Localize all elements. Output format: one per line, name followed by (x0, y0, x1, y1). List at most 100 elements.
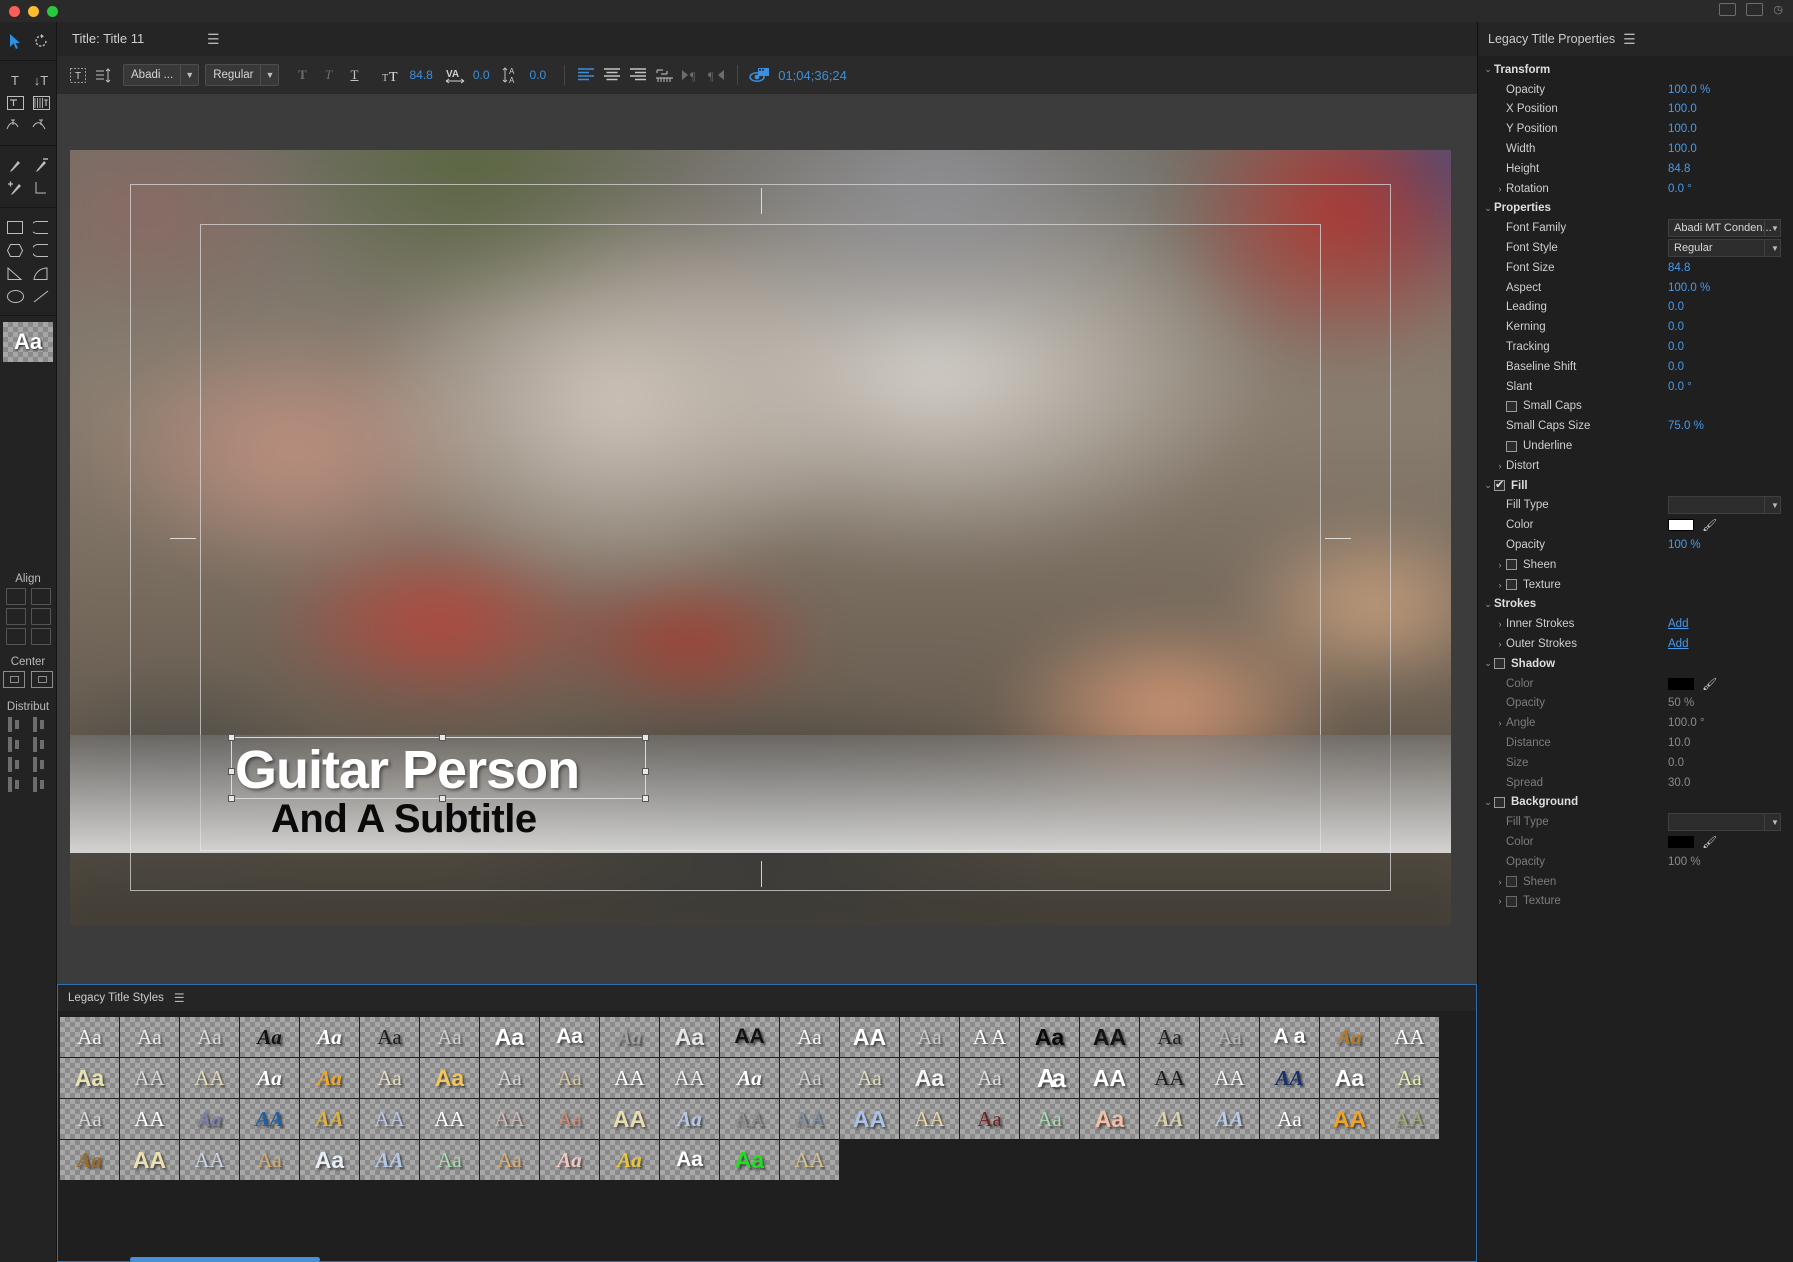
title-text-block[interactable]: Guitar Person And A Subtitle (70, 734, 1451, 853)
sheen-checkbox[interactable] (1506, 559, 1517, 571)
property-value[interactable]: 0.0 (1668, 301, 1684, 313)
disclosure-triangle-icon[interactable]: ⌄ (1482, 658, 1494, 669)
style-swatch[interactable]: AA (120, 1099, 179, 1139)
style-swatch[interactable]: Aa (180, 1099, 239, 1139)
style-swatch[interactable]: AA (720, 1099, 779, 1139)
disclosure-triangle-icon[interactable]: ⌄ (1482, 64, 1494, 75)
bold-icon[interactable]: T (289, 63, 315, 87)
property-row-size[interactable]: Size 0.0 (1478, 753, 1793, 773)
property-row-font-family[interactable]: Font Family Abadi MT Conden... ▼ (1478, 218, 1793, 238)
property-value[interactable]: 0.0 (1668, 757, 1684, 769)
property-value[interactable]: 30.0 (1668, 777, 1690, 789)
style-swatch[interactable]: AA (660, 1058, 719, 1098)
close-window-button[interactable] (9, 6, 20, 17)
style-swatch[interactable]: AA (1320, 1099, 1379, 1139)
property-value[interactable]: 84.8 (1668, 163, 1690, 175)
resize-handle-bc[interactable] (438, 795, 446, 802)
title-panel-menu-icon[interactable]: ☰ (207, 31, 220, 48)
style-swatch[interactable]: AA (780, 1099, 839, 1139)
property-value[interactable]: 0.0 (1668, 321, 1684, 333)
property-row-opacity[interactable]: Opacity 100 % (1478, 535, 1793, 555)
property-row-kerning[interactable]: Kerning 0.0 (1478, 317, 1793, 337)
properties-section-fill[interactable]: ⌄ Fill (1478, 476, 1793, 496)
style-swatch[interactable]: Aa (1020, 1017, 1079, 1057)
disclosure-triangle-icon[interactable]: ⌄ (1482, 797, 1494, 808)
font-family-select[interactable]: Abadi ... ▼ (123, 64, 200, 86)
style-swatch[interactable]: Aa (1320, 1017, 1379, 1057)
style-swatch[interactable]: Aa (1020, 1058, 1079, 1098)
style-swatch[interactable]: Aa (540, 1058, 599, 1098)
property-row-color[interactable]: Color 🖌 (1478, 674, 1793, 694)
resize-handle-tc[interactable] (438, 734, 446, 741)
style-swatch[interactable]: Aa (660, 1099, 719, 1139)
style-swatch[interactable]: Aa (1140, 1017, 1199, 1057)
align-left-button[interactable] (5, 588, 26, 605)
leading-value[interactable]: 0.0 (530, 68, 547, 82)
property-row-small-caps-size[interactable]: Small Caps Size 75.0 % (1478, 416, 1793, 436)
align-right-icon[interactable] (625, 63, 651, 87)
style-swatch[interactable]: A A (960, 1017, 1019, 1057)
minimize-window-button[interactable] (28, 6, 39, 17)
background-checkbox[interactable] (1494, 796, 1505, 808)
property-row-distort[interactable]: › Distort (1478, 456, 1793, 476)
property-row-inner-strokes[interactable]: › Inner Strokes Add (1478, 614, 1793, 634)
style-swatch[interactable]: Aa (720, 1140, 779, 1180)
resize-handle-bl[interactable] (228, 795, 235, 802)
property-value[interactable]: 100 % (1668, 856, 1701, 868)
text-selection-box[interactable] (228, 734, 649, 802)
align-horizontal-center-button[interactable] (5, 608, 26, 625)
style-swatch[interactable]: Aa (960, 1099, 1019, 1139)
kerning-value[interactable]: 0.0 (473, 68, 490, 82)
distribute-top-button[interactable] (31, 716, 51, 733)
style-swatch[interactable]: AA (900, 1099, 959, 1139)
style-swatch[interactable]: AA (1140, 1099, 1199, 1139)
styles-panel-menu-icon[interactable]: ☰ (174, 991, 185, 1005)
property-value[interactable]: 75.0 % (1668, 420, 1704, 432)
style-swatch[interactable]: Aa (180, 1017, 239, 1057)
style-swatch[interactable]: AA (600, 1099, 659, 1139)
style-swatch[interactable]: Aa (60, 1017, 119, 1057)
properties-section-transform[interactable]: ⌄ Transform (1478, 60, 1793, 80)
clipped-corner-rectangle-icon[interactable] (30, 217, 52, 237)
property-row-slant[interactable]: Slant 0.0 ° (1478, 377, 1793, 397)
style-swatch[interactable]: AA (840, 1017, 899, 1057)
show-video-icon[interactable] (746, 63, 772, 87)
property-row-opacity[interactable]: Opacity 100 % (1478, 852, 1793, 872)
resize-handle-ml[interactable] (228, 768, 235, 775)
style-swatch[interactable]: Aa (540, 1140, 599, 1180)
property-row-color[interactable]: Color 🖌 (1478, 515, 1793, 535)
style-swatch[interactable]: AA (780, 1140, 839, 1180)
property-row-y-position[interactable]: Y Position 100.0 (1478, 119, 1793, 139)
style-swatch[interactable]: A a (1260, 1017, 1319, 1057)
property-value[interactable]: 100 % (1668, 539, 1701, 551)
disclosure-triangle-icon[interactable]: › (1494, 184, 1506, 194)
style-swatch[interactable]: Aa (1380, 1058, 1439, 1098)
property-row-opacity[interactable]: Opacity 100.0 % (1478, 80, 1793, 100)
style-swatch[interactable]: Aa (300, 1017, 359, 1057)
property-row-outer-strokes[interactable]: › Outer Strokes Add (1478, 634, 1793, 654)
style-swatch[interactable]: Aa (60, 1099, 119, 1139)
style-swatch[interactable]: Aa (360, 1017, 419, 1057)
style-swatch[interactable]: AA (720, 1017, 779, 1057)
font-style-select[interactable]: Regular ▼ (205, 64, 280, 86)
disclosure-triangle-icon[interactable]: › (1494, 580, 1506, 590)
style-swatch[interactable]: Aa (600, 1017, 659, 1057)
style-swatch[interactable]: Aa (480, 1140, 539, 1180)
sheen-checkbox[interactable] (1506, 876, 1517, 888)
distribute-left-button[interactable] (6, 716, 26, 733)
rounded-rectangle-icon[interactable] (30, 240, 52, 260)
area-type-tool-icon[interactable] (4, 93, 26, 113)
style-swatch[interactable]: AA (1380, 1099, 1439, 1139)
resize-handle-tl[interactable] (228, 734, 235, 741)
style-swatch[interactable]: Aa (240, 1017, 299, 1057)
property-row-underline[interactable]: Underline (1478, 436, 1793, 456)
style-preview-swatch[interactable]: Aa (3, 322, 53, 362)
property-value[interactable]: 100.0 ° (1668, 717, 1705, 729)
resize-handle-tr[interactable] (642, 734, 649, 741)
property-row-height[interactable]: Height 84.8 (1478, 159, 1793, 179)
properties-section-background[interactable]: ⌄ Background (1478, 792, 1793, 812)
pen-tool-icon[interactable] (4, 155, 26, 175)
eyedropper-icon[interactable]: 🖌 (1702, 677, 1717, 691)
eyedropper-icon[interactable]: 🖌 (1702, 835, 1717, 849)
disclosure-triangle-icon[interactable]: › (1494, 896, 1506, 906)
